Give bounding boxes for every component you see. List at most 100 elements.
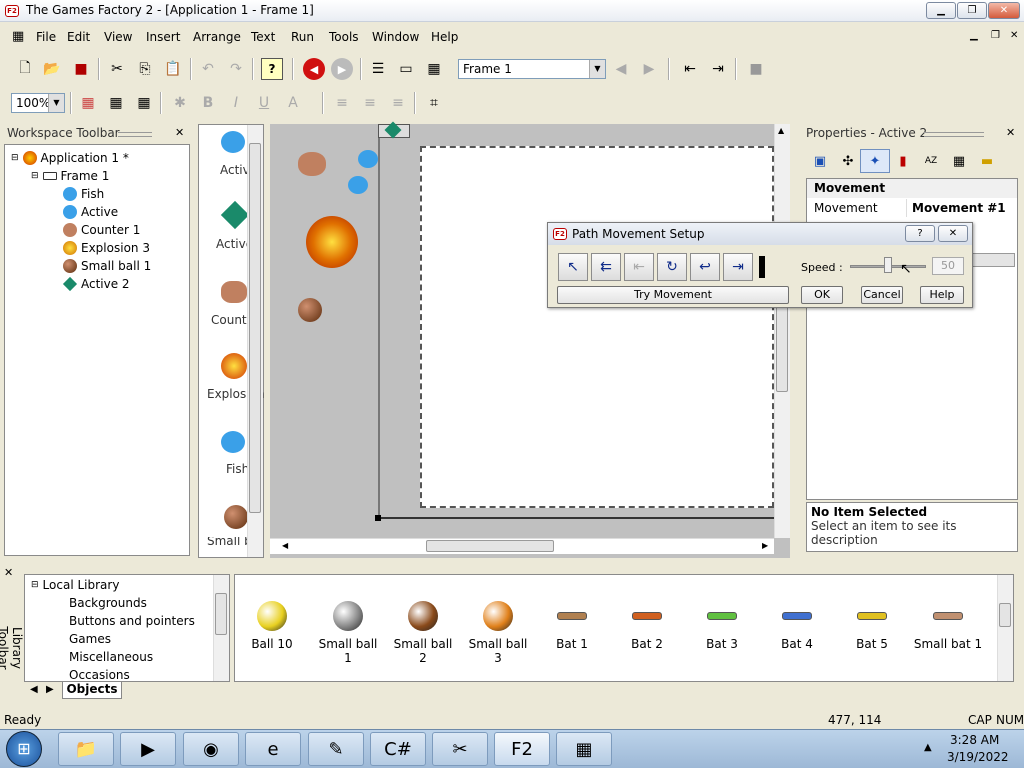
fish-sprite[interactable] — [358, 150, 378, 168]
last-frame-icon[interactable]: ⇥ — [707, 58, 729, 80]
copy-icon[interactable]: ⎘ — [134, 58, 156, 80]
library-item[interactable]: Bat 3 — [692, 601, 752, 651]
ball-sprite[interactable] — [298, 298, 322, 322]
ok-button[interactable]: OK — [801, 286, 843, 304]
underline-icon[interactable]: U — [253, 92, 275, 114]
loop-icon[interactable]: ↻ — [657, 253, 687, 281]
menu-insert[interactable]: Insert — [146, 30, 180, 44]
frame-vscrollbar[interactable]: ▲ — [774, 124, 790, 538]
event-editor-icon[interactable]: ▦ — [423, 58, 445, 80]
object-list-scrollbar[interactable] — [247, 125, 263, 557]
show-hidden-icons[interactable]: ▲ — [924, 742, 932, 753]
grid-dots-icon[interactable]: ▦ — [77, 92, 99, 114]
add-node-icon[interactable]: ⇇ — [591, 253, 621, 281]
close-icon[interactable]: ✕ — [938, 225, 968, 242]
tab-objects[interactable]: Objects — [62, 682, 122, 699]
crop-icon[interactable]: ⌗ — [423, 92, 445, 114]
tree-item-frame[interactable]: ⊟ Frame 1 — [31, 169, 109, 183]
italic-icon[interactable]: I — [225, 92, 247, 114]
chrome-icon[interactable]: ◉ — [183, 732, 239, 766]
menu-arrange[interactable]: Arrange — [193, 30, 241, 44]
values-tab-icon[interactable]: AZ — [916, 149, 946, 173]
object-label[interactable]: Small b — [207, 537, 252, 548]
align-right-icon[interactable]: ≡ — [387, 92, 409, 114]
back-red-icon[interactable]: ◀ — [303, 58, 325, 80]
start-button[interactable]: ⊞ — [6, 731, 42, 767]
library-tree-scrollbar[interactable] — [213, 575, 229, 681]
csharp-icon[interactable]: C# — [370, 732, 426, 766]
close-icon[interactable]: ✕ — [175, 126, 184, 139]
tree-item-active-2[interactable]: Active 2 — [62, 276, 130, 292]
menu-edit[interactable]: Edit — [67, 30, 90, 44]
tree-item-counter[interactable]: Counter 1 — [63, 223, 140, 237]
storyboard-icon[interactable]: ☰ — [367, 58, 389, 80]
zoom-select[interactable]: 100% ▼ — [11, 93, 65, 113]
display-tab-icon[interactable]: ✣ — [833, 149, 863, 173]
align-left-icon[interactable]: ≡ — [331, 92, 353, 114]
library-item[interactable]: Bat 5 — [842, 601, 902, 651]
undo-icon[interactable]: ↶ — [197, 58, 219, 80]
bold-icon[interactable]: B — [197, 92, 219, 114]
library-item[interactable]: Ball 10 — [242, 601, 302, 651]
minimize-button[interactable]: ▁ — [926, 2, 956, 19]
paste-icon[interactable]: 📋 — [162, 58, 184, 80]
library-item[interactable]: Bat 4 — [767, 601, 827, 651]
windows-icon[interactable]: ▦ — [556, 732, 612, 766]
library-items-scrollbar[interactable] — [997, 575, 1013, 681]
save-icon[interactable]: ■ — [70, 58, 92, 80]
tree-item-active[interactable]: Active — [63, 205, 118, 219]
new-icon[interactable]: 🗋 — [14, 58, 36, 80]
snipping-tool-icon[interactable]: ✂ — [432, 732, 488, 766]
fish-sprite[interactable] — [348, 176, 368, 194]
forward-gray-icon[interactable]: ▶ — [331, 58, 353, 80]
tree-item-fish[interactable]: Fish — [63, 187, 104, 201]
library-item[interactable]: Bat 2 — [617, 601, 677, 651]
prev-frame-icon[interactable]: ◀ — [610, 58, 632, 80]
library-tree-item[interactable]: Miscellaneous — [69, 650, 153, 664]
font-icon[interactable]: ✱ — [169, 92, 191, 114]
runtime-tab-icon[interactable]: ▮ — [888, 149, 918, 173]
library-item[interactable]: Small ball 3 — [463, 601, 533, 665]
library-tree-item[interactable]: Buttons and pointers — [69, 614, 195, 628]
library-item[interactable]: Small ball 1 — [313, 601, 383, 665]
tree-item-explosion[interactable]: Explosion 3 — [63, 241, 150, 255]
library-tree-item[interactable]: Backgrounds — [69, 596, 147, 610]
tab-scroll-left-icon[interactable]: ◀ — [30, 684, 38, 695]
mdi-restore-icon[interactable]: ❐ — [991, 30, 1000, 41]
close-icon[interactable]: ✕ — [4, 566, 13, 579]
menu-help[interactable]: Help — [431, 30, 458, 44]
library-tree-item[interactable]: Games — [69, 632, 111, 646]
stop-icon[interactable]: ■ — [745, 58, 767, 80]
speed-slider-thumb[interactable] — [884, 257, 892, 273]
frame-editor-icon[interactable]: ▭ — [395, 58, 417, 80]
chevron-down-icon[interactable]: ▼ — [48, 94, 64, 112]
library-tree-root[interactable]: ⊟ Local Library — [31, 578, 119, 592]
delete-node-icon[interactable]: ⇤ — [624, 253, 654, 281]
pig-sprite[interactable] — [298, 152, 326, 176]
draw-line-icon[interactable]: ↖ — [558, 253, 588, 281]
mdi-minimize-icon[interactable]: ▁ — [970, 30, 978, 41]
games-factory-icon[interactable]: F2 — [494, 732, 550, 766]
menu-tools[interactable]: Tools — [329, 30, 359, 44]
tab-scroll-right-icon[interactable]: ▶ — [46, 684, 54, 695]
menu-text[interactable]: Text — [251, 30, 275, 44]
help-icon[interactable]: ? — [905, 225, 935, 242]
notepad-icon[interactable]: ✎ — [308, 732, 364, 766]
movement-tab-icon[interactable]: ✦ — [860, 149, 890, 173]
reposition-icon[interactable]: ⇥ — [723, 253, 753, 281]
events-tab-icon[interactable]: ▦ — [944, 149, 974, 173]
align-center-icon[interactable]: ≡ — [359, 92, 381, 114]
property-value[interactable]: Movement #1 — [908, 199, 1017, 217]
reverse-icon[interactable]: ↩ — [690, 253, 720, 281]
first-frame-icon[interactable]: ⇤ — [679, 58, 701, 80]
open-icon[interactable]: 📂 — [41, 58, 63, 80]
menu-run[interactable]: Run — [291, 30, 314, 44]
try-movement-button[interactable]: Try Movement — [557, 286, 789, 304]
maximize-button[interactable]: ❐ — [957, 2, 987, 19]
speed-field[interactable]: 50 — [932, 257, 964, 275]
about-tab-icon[interactable]: ▬ — [972, 149, 1002, 173]
chevron-down-icon[interactable]: ▼ — [589, 60, 605, 78]
help-button[interactable]: Help — [920, 286, 964, 304]
help-query-icon[interactable]: ? — [261, 58, 283, 80]
menu-window[interactable]: Window — [372, 30, 419, 44]
